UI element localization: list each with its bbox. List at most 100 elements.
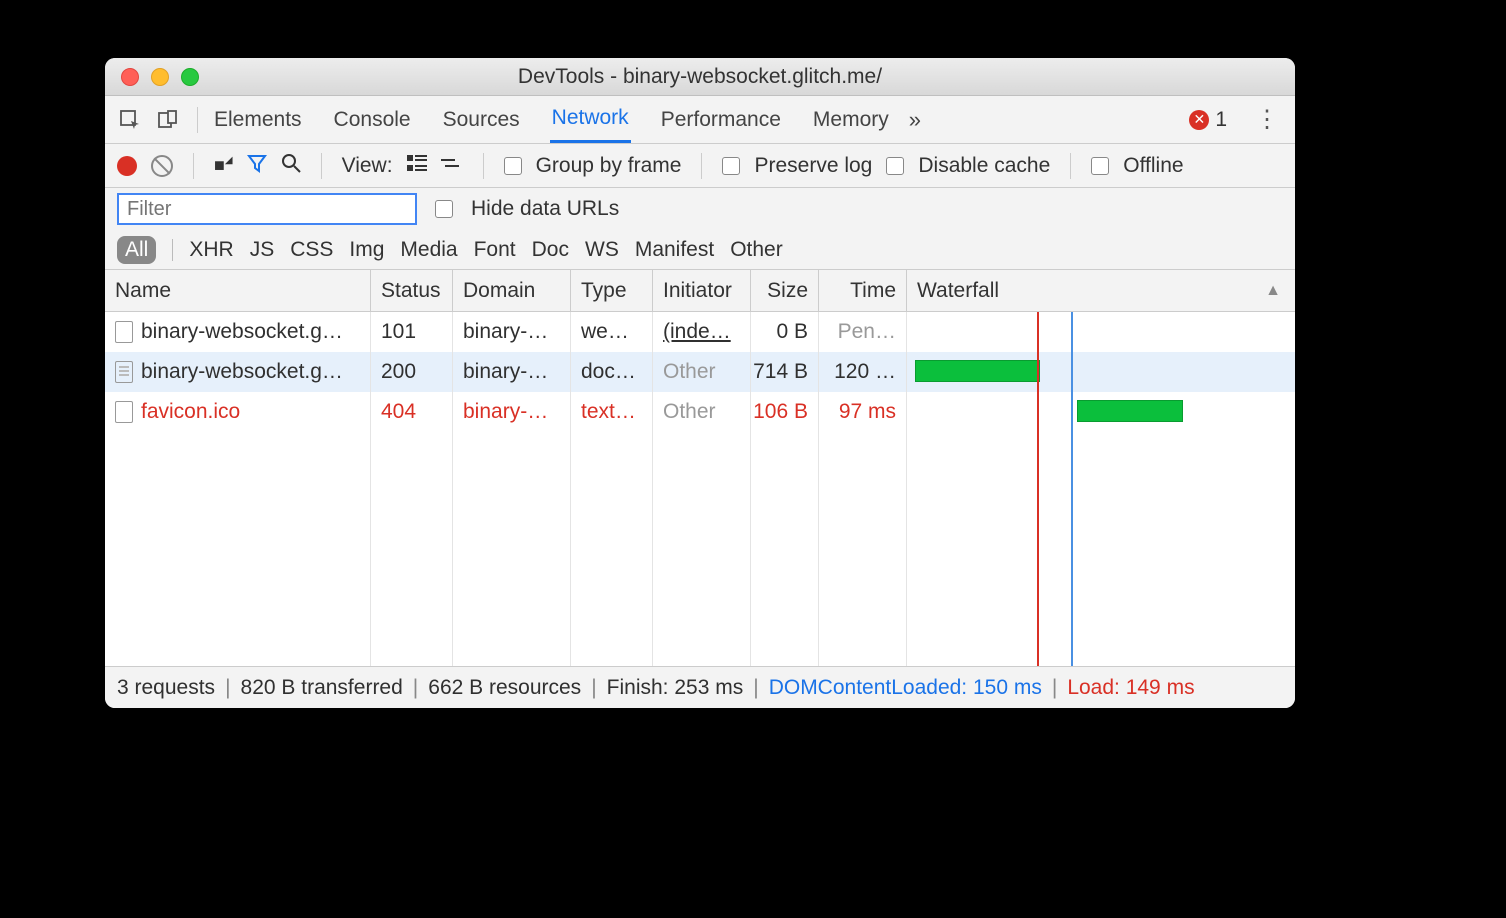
waterfall-cell: [907, 352, 1295, 392]
cat-ws[interactable]: WS: [585, 238, 619, 262]
hide-data-urls-label: Hide data URLs: [471, 197, 619, 221]
cat-doc[interactable]: Doc: [532, 238, 569, 262]
record-button[interactable]: [117, 156, 137, 176]
waterfall-cell: [907, 392, 1295, 432]
error-count-badge[interactable]: ✕ 1: [1189, 108, 1227, 132]
cat-xhr[interactable]: XHR: [189, 238, 233, 262]
file-icon: [115, 321, 133, 343]
col-status[interactable]: Status: [371, 270, 453, 311]
table-row[interactable]: binary-websocket.g…101binary-…we…(inde…0…: [105, 312, 1295, 352]
cat-manifest[interactable]: Manifest: [635, 238, 714, 262]
group-by-frame-checkbox[interactable]: [504, 157, 522, 175]
network-toolbar: ■◢ View: Group by frame Preserve log Dis…: [105, 144, 1295, 188]
cat-js[interactable]: JS: [250, 238, 275, 262]
offline-checkbox[interactable]: [1091, 157, 1109, 175]
group-by-frame-label: Group by frame: [536, 154, 682, 178]
cell: (inde…: [653, 312, 751, 352]
titlebar: DevTools - binary-websocket.glitch.me/: [105, 58, 1295, 96]
status-finish: Finish: 253 ms: [607, 676, 744, 700]
offline-label: Offline: [1123, 154, 1183, 178]
tab-memory[interactable]: Memory: [811, 98, 891, 142]
more-tabs-icon[interactable]: »: [909, 107, 921, 133]
main-tabbar: Elements Console Sources Network Perform…: [105, 96, 1295, 144]
status-requests: 3 requests: [117, 676, 215, 700]
cell: 106 B: [751, 392, 819, 432]
col-name[interactable]: Name: [105, 270, 371, 311]
separator: [321, 153, 322, 179]
error-count: 1: [1215, 108, 1227, 132]
cell: Other: [653, 352, 751, 392]
cell: favicon.ico: [105, 392, 371, 432]
cell: binary-websocket.g…: [105, 312, 371, 352]
minimize-window-button[interactable]: [151, 68, 169, 86]
cell: Pen…: [819, 312, 907, 352]
zoom-window-button[interactable]: [181, 68, 199, 86]
category-filter-row: All XHR JS CSS Img Media Font Doc WS Man…: [105, 230, 1295, 270]
separator: [172, 239, 173, 261]
col-size[interactable]: Size: [751, 270, 819, 311]
file-icon: [115, 401, 133, 423]
col-waterfall[interactable]: Waterfall ▲: [907, 270, 1295, 311]
disable-cache-label: Disable cache: [918, 154, 1050, 178]
tab-console[interactable]: Console: [332, 98, 413, 142]
cat-all[interactable]: All: [117, 236, 156, 264]
status-load: Load: 149 ms: [1067, 676, 1194, 700]
network-table-body: binary-websocket.g…101binary-…we…(inde…0…: [105, 312, 1295, 666]
cell: 97 ms: [819, 392, 907, 432]
waterfall-bar: [1077, 400, 1183, 422]
disable-cache-checkbox[interactable]: [886, 157, 904, 175]
close-window-button[interactable]: [121, 68, 139, 86]
cell: binary-…: [453, 312, 571, 352]
search-icon[interactable]: [281, 153, 301, 179]
cell: 0 B: [751, 312, 819, 352]
cell: binary-websocket.g…: [105, 352, 371, 392]
waterfall-bar: [915, 360, 1040, 382]
file-icon: [115, 361, 133, 383]
tab-network[interactable]: Network: [550, 96, 631, 143]
settings-menu-icon[interactable]: ⋮: [1255, 105, 1279, 134]
tab-elements[interactable]: Elements: [212, 98, 304, 142]
overview-icon[interactable]: [441, 155, 463, 176]
status-dcl: DOMContentLoaded: 150 ms: [769, 676, 1042, 700]
tab-performance[interactable]: Performance: [659, 98, 783, 142]
tab-sources[interactable]: Sources: [441, 98, 522, 142]
waterfall-cell: [907, 312, 1295, 352]
cell: 120 …: [819, 352, 907, 392]
col-initiator[interactable]: Initiator: [653, 270, 751, 311]
cat-media[interactable]: Media: [400, 238, 457, 262]
table-row[interactable]: binary-websocket.g…200binary-…doc…Other7…: [105, 352, 1295, 392]
cell: 101: [371, 312, 453, 352]
device-toolbar-icon[interactable]: [153, 105, 183, 135]
error-icon: ✕: [1189, 110, 1209, 130]
cell: binary-…: [453, 392, 571, 432]
sort-arrow-icon: ▲: [1265, 282, 1281, 300]
cat-font[interactable]: Font: [474, 238, 516, 262]
cell: 404: [371, 392, 453, 432]
cell: text…: [571, 392, 653, 432]
col-waterfall-label: Waterfall: [917, 279, 999, 303]
cat-other[interactable]: Other: [730, 238, 783, 262]
separator: [701, 153, 702, 179]
large-rows-icon[interactable]: [407, 155, 427, 176]
col-time[interactable]: Time: [819, 270, 907, 311]
cell: 714 B: [751, 352, 819, 392]
cat-css[interactable]: CSS: [290, 238, 333, 262]
preserve-log-checkbox[interactable]: [722, 157, 740, 175]
table-row[interactable]: favicon.ico404binary-…text…Other106 B97 …: [105, 392, 1295, 432]
cell: we…: [571, 312, 653, 352]
cell: Other: [653, 392, 751, 432]
separator: [1070, 153, 1071, 179]
traffic-lights: [121, 68, 199, 86]
separator: [483, 153, 484, 179]
col-type[interactable]: Type: [571, 270, 653, 311]
filter-input[interactable]: [117, 193, 417, 225]
hide-data-urls-checkbox[interactable]: [435, 200, 453, 218]
clear-button[interactable]: [151, 155, 173, 177]
cat-img[interactable]: Img: [349, 238, 384, 262]
filter-toggle-icon[interactable]: [247, 153, 267, 179]
col-domain[interactable]: Domain: [453, 270, 571, 311]
filter-row: Hide data URLs: [105, 188, 1295, 230]
status-bar: 3 requests | 820 B transferred | 662 B r…: [105, 666, 1295, 708]
inspect-element-icon[interactable]: [115, 105, 145, 135]
screenshots-icon[interactable]: ■◢: [214, 155, 233, 176]
